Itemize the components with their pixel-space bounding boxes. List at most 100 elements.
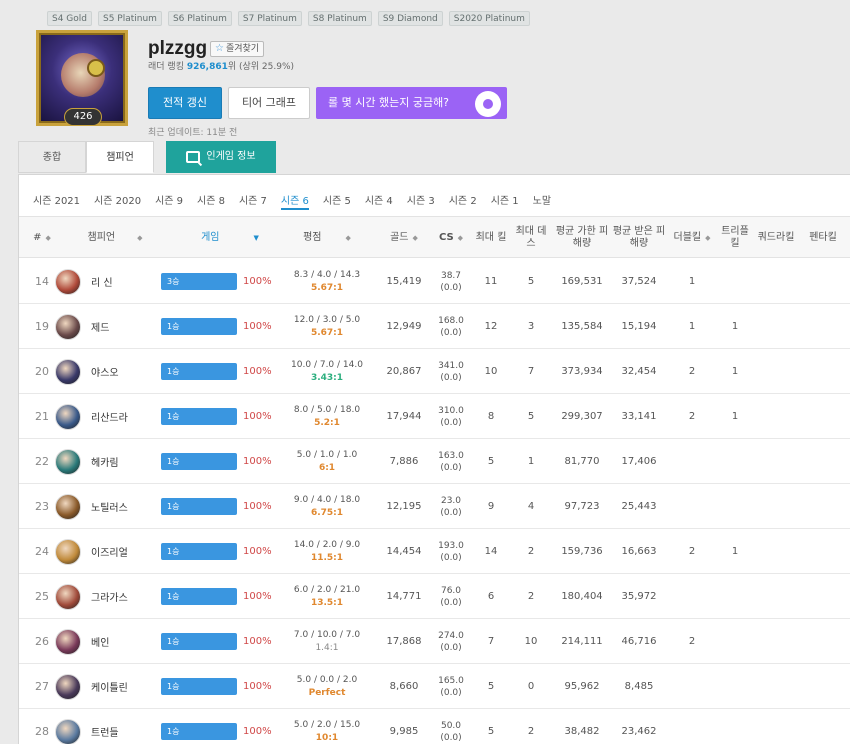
col-gold[interactable]: 골드 ◆ [379,217,429,259]
games-cell: 1승 100% [161,304,275,349]
season-tab[interactable]: 노말 [533,192,551,210]
col-rank[interactable]: # ◆ [19,217,65,259]
cell-taken: 35,972 [621,591,657,602]
cell-triple: 1 [731,546,739,557]
cell-double: 1 [688,276,696,287]
table-row[interactable]: 24 14,454 14 2 159,736 16,663 2 1 이즈리얼 1승 100% 14.0… [19,529,850,574]
champion-portrait-icon[interactable] [55,538,81,565]
champion-name[interactable]: 그라가스 [91,589,128,604]
season-badge: S9 Diamond [377,11,443,26]
cell-double: 2 [688,366,696,377]
season-tab[interactable]: 시즌 5 [323,192,351,210]
col-avg-dealt[interactable]: 평균 가한 피해량 [553,217,611,259]
champion-name[interactable]: 제드 [91,319,109,334]
season-tab[interactable]: 시즌 2 [449,192,477,210]
table-row[interactable]: 19 12,949 12 3 135,584 15,194 1 1 제드 1승 100% 12.0 /… [19,304,850,349]
kda-values: 9.0 / 4.0 / 18.0 [293,495,361,505]
tab-ingame[interactable]: 인게임 정보 [166,141,276,173]
champion-portrait-icon[interactable] [55,718,81,744]
col-quadra[interactable]: 쿼드라킬 [757,217,795,259]
profile-tabs: 종합 챔피언 인게임 정보 [18,141,276,173]
season-tab[interactable]: 시즌 2020 [94,192,141,210]
tab-champions[interactable]: 챔피언 [86,141,154,173]
champion-name[interactable]: 트런들 [91,724,119,739]
cell-quadra [757,349,795,394]
past-season-badges: S4 Gold S5 Platinum S6 Platinum S7 Platinum… [47,11,530,26]
win-bar: 3승 [161,273,237,290]
col-penta[interactable]: 펜타킬 [799,217,847,259]
kda-values: 5.0 / 0.0 / 2.0 [296,675,358,685]
cell-taken: 23,462 [621,726,657,737]
cs-cell: 274.0 (0.0) [429,619,473,664]
kda-cell: 10.0 / 7.0 / 14.0 3.43:1 [275,349,379,394]
champion-portrait-icon[interactable] [55,268,81,295]
tier-graph-button[interactable]: 티어 그래프 [228,87,310,119]
cs-cell: 168.0 (0.0) [429,304,473,349]
champion-name[interactable]: 케이틀린 [91,679,128,694]
refresh-button[interactable]: 전적 갱신 [148,87,222,119]
season-tab[interactable]: 시즌 4 [365,192,393,210]
col-gold-label: 골드 [390,232,409,243]
season-tab[interactable]: 시즌 3 [407,192,435,210]
champion-name[interactable]: 야스오 [91,364,119,379]
season-tab[interactable]: 시즌 1 [491,192,519,210]
favorite-button[interactable]: ☆ 즐겨찾기 [210,41,265,57]
champion-portrait-icon[interactable] [55,448,81,475]
star-icon: ☆ [215,43,224,54]
table-row[interactable]: 14 15,419 11 5 169,531 37,524 1 리 신 3승 100% 8.3 / … [19,259,850,304]
table-row[interactable]: 21 17,944 8 5 299,307 33,141 2 1 리산드라 1승 100% 8.0 /… [19,394,850,439]
champion-name[interactable]: 노틸러스 [91,499,128,514]
table-row[interactable]: 20 20,867 10 7 373,934 32,454 2 1 야스오 1승 100% 10.0 … [19,349,850,394]
season-tab[interactable]: 시즌 9 [155,192,183,210]
cs-cell: 310.0 (0.0) [429,394,473,439]
cs-per-minute: (0.0) [440,462,462,473]
champion-name[interactable]: 리 신 [91,274,113,289]
col-triple[interactable]: 트리플킬 [717,217,753,259]
champion-name[interactable]: 헤카림 [91,454,119,469]
table-row[interactable]: 23 12,195 9 4 97,723 25,443 노틸러스 1승 100% 9.0 / 4.… [19,484,850,529]
season-tab[interactable]: 시즌 7 [239,192,267,210]
col-double-label: 더블킬 [673,232,702,243]
champion-cell: 리산드라 [55,394,165,439]
col-games-label: 게임 [201,232,220,243]
table-row[interactable]: 27 8,660 5 0 95,962 8,485 케이틀린 1승 100% 5.0 / 0.0 … [19,664,850,709]
table-row[interactable]: 22 7,886 5 1 81,770 17,406 헤카림 1승 100% 5.0 / 1.0 … [19,439,850,484]
col-avg-taken[interactable]: 평균 받은 피해량 [611,217,667,259]
table-row[interactable]: 28 9,985 5 2 38,482 23,462 트런들 1승 100% 5.0 / 2.0 … [19,709,850,744]
cs-per-minute: (0.0) [440,732,462,743]
col-kda[interactable]: 평점 ◆ [275,217,379,259]
season-tab[interactable]: 시즌 6 [280,192,309,210]
champion-portrait-icon[interactable] [55,673,81,700]
champion-name[interactable]: 리산드라 [91,409,128,424]
col-games[interactable]: 게임 ▼ [165,217,275,259]
kda-ratio: 10:1 [315,733,339,743]
champion-portrait-icon[interactable] [55,313,81,340]
col-cs[interactable]: CS ◆ [429,217,473,259]
tab-overview[interactable]: 종합 [18,141,86,173]
table-row[interactable]: 25 14,771 6 2 180,404 35,972 그라가스 1승 100% 6.0 / 2… [19,574,850,619]
kda-ratio: 3.43:1 [310,373,344,383]
champion-portrait-icon[interactable] [55,628,81,655]
col-max-kills[interactable]: 최대 킬 [473,217,509,259]
champion-portrait-icon[interactable] [55,358,81,385]
champion-name[interactable]: 베인 [91,634,109,649]
games-cell: 3승 100% [161,259,275,304]
games-cell: 1승 100% [161,484,275,529]
ladder-rank[interactable]: 926,861 [187,62,228,72]
cell-quadra [757,304,795,349]
cell-triple [717,619,753,664]
champion-name[interactable]: 이즈리얼 [91,544,128,559]
season-tab[interactable]: 시즌 2021 [33,192,80,210]
col-champion[interactable]: 챔피언 ◆ [65,217,165,259]
champion-portrait-icon[interactable] [55,583,81,610]
cs-cell: 193.0 (0.0) [429,529,473,574]
champion-portrait-icon[interactable] [55,493,81,520]
season-tab[interactable]: 시즌 8 [197,192,225,210]
table-row[interactable]: 26 17,868 7 10 214,111 46,716 2 베인 1승 100% 7.0 / 1… [19,619,850,664]
col-double[interactable]: 더블킬 ◆ [671,217,713,259]
cs-cell: 163.0 (0.0) [429,439,473,484]
champion-cell: 노틸러스 [55,484,165,529]
playtime-banner[interactable]: 롤 몇 시간 했는지 궁금해? [316,87,507,119]
col-max-deaths[interactable]: 최대 데스 [513,217,549,259]
champion-portrait-icon[interactable] [55,403,81,430]
